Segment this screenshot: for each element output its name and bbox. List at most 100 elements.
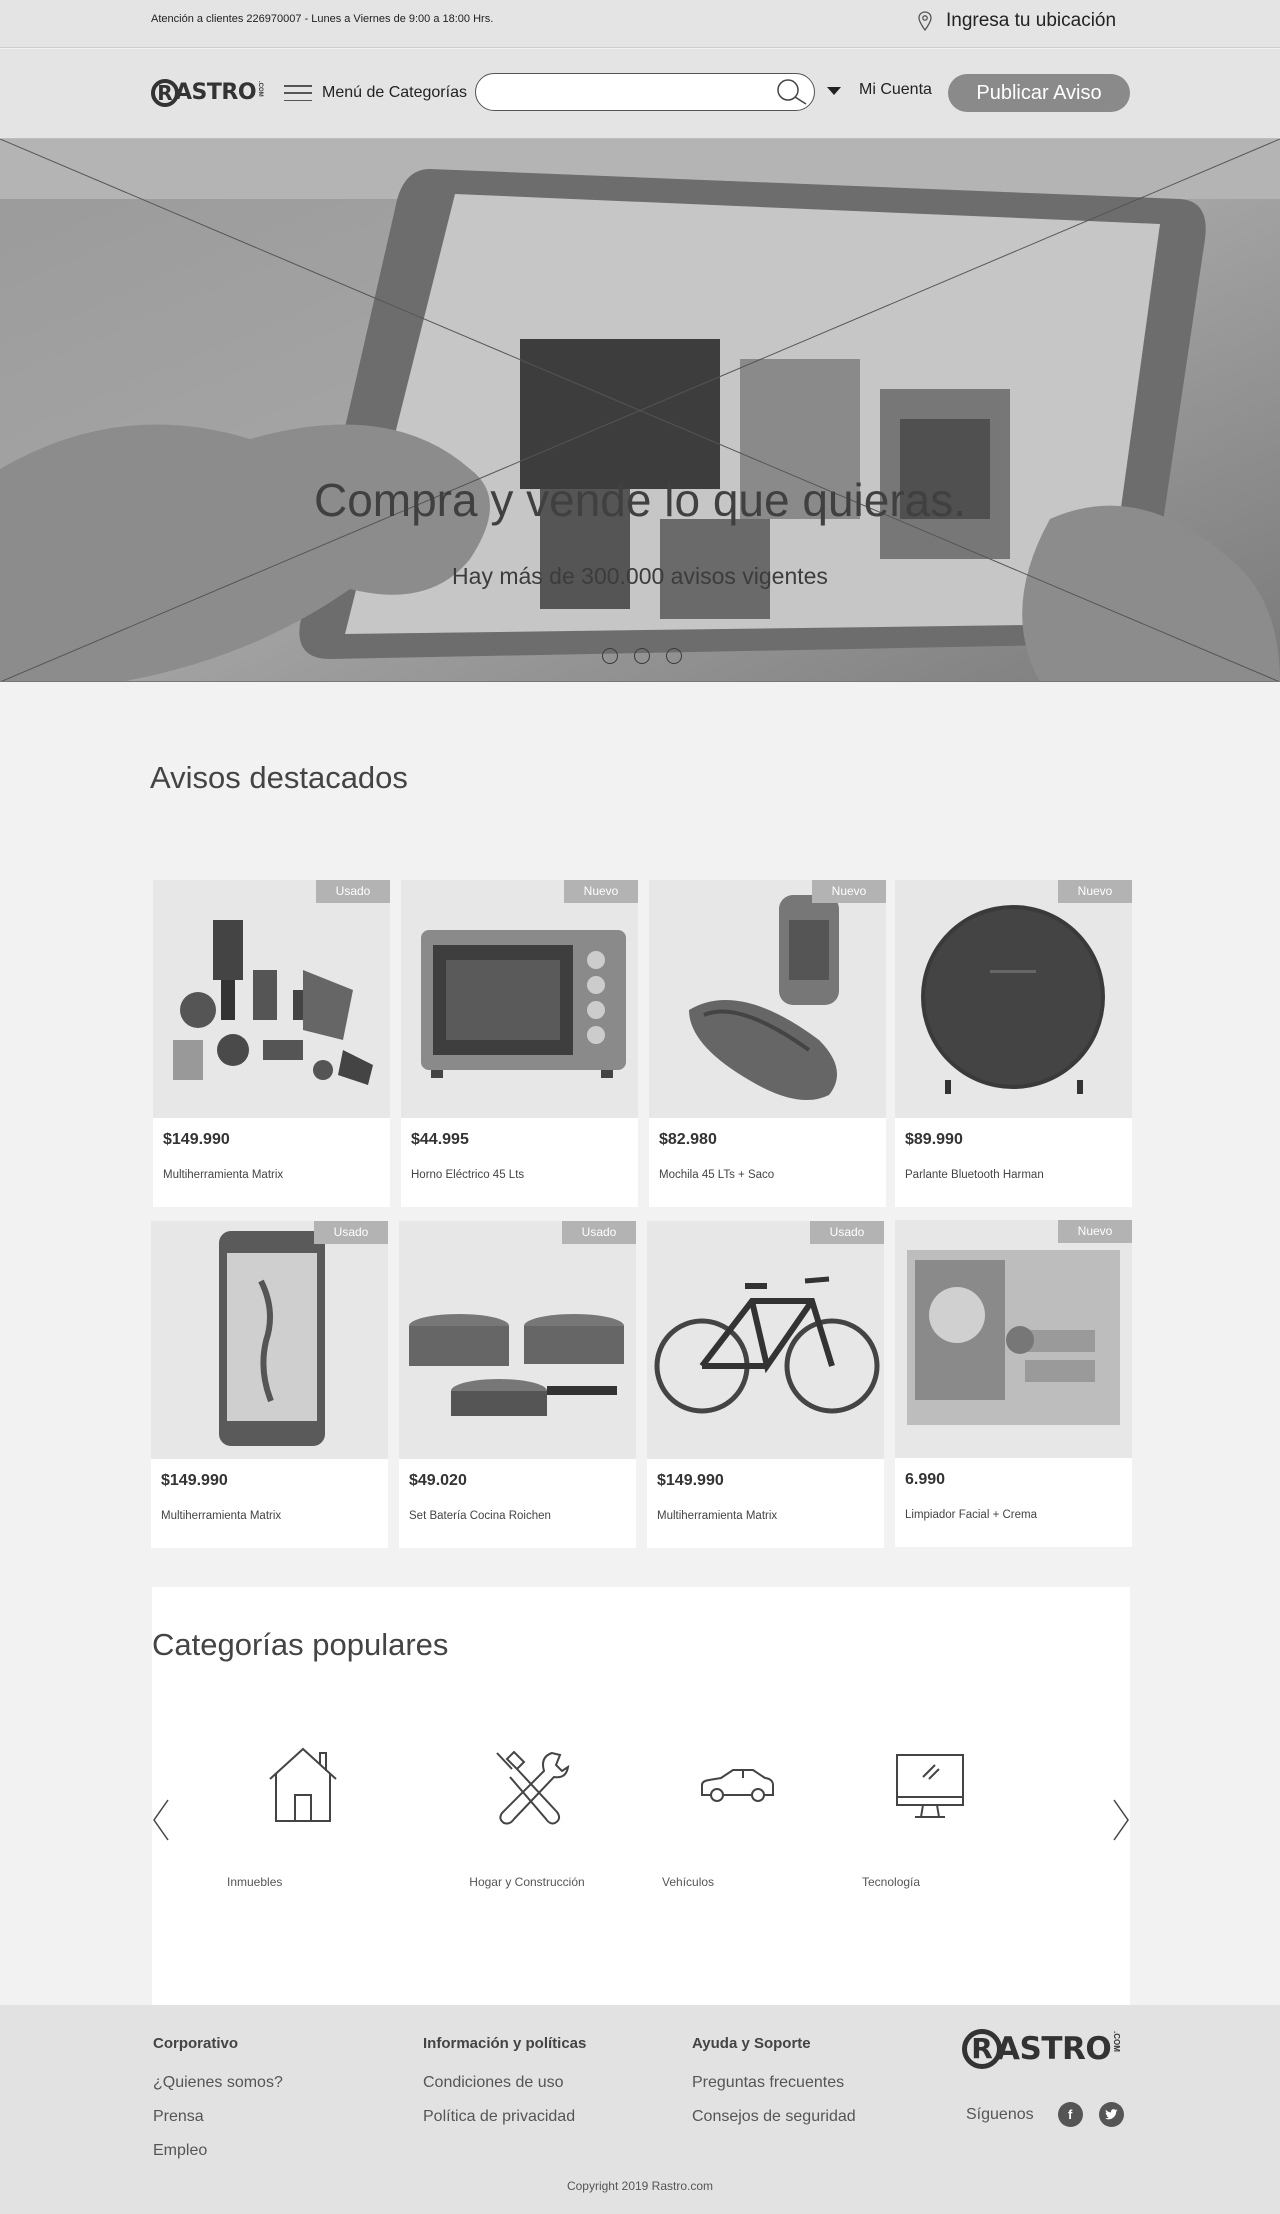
- product-name: Limpiador Facial + Crema: [905, 1509, 1037, 1521]
- cookware-icon: [399, 1221, 636, 1459]
- logo-com: .COM: [1112, 2031, 1122, 2052]
- power-tools-icon: [153, 880, 390, 1118]
- monitor-icon: [896, 1754, 964, 1818]
- condition-badge: Usado: [810, 1221, 884, 1244]
- category-label: Inmuebles: [227, 1875, 283, 1889]
- product-price: $149.990: [161, 1472, 228, 1489]
- hero-banner: Compra y vende lo que quieras. Hay más d…: [0, 139, 1280, 682]
- product-card[interactable]: Nuevo $89.990 Parlante Bluetooth Harman: [895, 880, 1132, 1207]
- product-card[interactable]: Nuevo 6.990 Limpiador Facial + Crema: [895, 1220, 1132, 1547]
- hero-image: [0, 139, 1280, 681]
- product-card[interactable]: Usado $149.990 Multiherramienta Matrix: [153, 880, 390, 1207]
- hero-subtitle: Hay más de 300.000 avisos vigentes: [452, 563, 828, 589]
- footer-col-info: Información y políticas Condiciones de u…: [423, 2035, 586, 2142]
- condition-badge: Nuevo: [564, 880, 638, 903]
- product-price: $149.990: [163, 1131, 230, 1148]
- condition-badge: Usado: [316, 880, 390, 903]
- footer-col-title: Ayuda y Soporte: [692, 2035, 811, 2052]
- category-inmuebles[interactable]: Inmuebles: [227, 1747, 377, 1889]
- product-card[interactable]: Usado $149.990 Multiherramienta Matrix: [647, 1221, 884, 1548]
- product-price: $82.980: [659, 1131, 717, 1148]
- footer-col-corporativo: Corporativo ¿Quienes somos? Prensa Emple…: [153, 2035, 283, 2176]
- copyright: Copyright 2019 Rastro.com: [566, 2179, 714, 2193]
- footer-link[interactable]: Empleo: [153, 2142, 283, 2160]
- product-price: $89.990: [905, 1131, 963, 1148]
- featured-title: Avisos destacados: [150, 760, 408, 795]
- product-name: Multiherramienta Matrix: [161, 1510, 282, 1522]
- tools-icon: [496, 1750, 570, 1825]
- product-card[interactable]: Usado $49.020 Set Batería Cocina Roichen: [399, 1221, 636, 1548]
- footer-link[interactable]: Condiciones de uso: [423, 2074, 586, 2092]
- product-name: Multiherramienta Matrix: [657, 1510, 778, 1522]
- car-icon: [701, 1769, 774, 1802]
- logo-text: ASTRO: [996, 2031, 1112, 2067]
- smartphone-icon: [151, 1221, 388, 1459]
- product-name: Multiherramienta Matrix: [163, 1169, 284, 1181]
- footer-col-title: Corporativo: [153, 2035, 239, 2052]
- product-card[interactable]: Nuevo $82.980 Mochila 45 LTs + Saco: [649, 880, 886, 1207]
- publish-ad-button[interactable]: Publicar Aviso: [948, 74, 1130, 112]
- my-account-link[interactable]: Mi Cuenta: [859, 81, 932, 99]
- main-header: R ASTRO .COM Menú de Categorías Mi Cuent…: [0, 49, 1280, 139]
- condition-badge: Usado: [314, 1221, 388, 1244]
- oven-icon: [401, 880, 638, 1118]
- support-info: Atención a clientes 226970007 - Lunes a …: [151, 13, 494, 25]
- product-price: $44.995: [411, 1131, 469, 1148]
- product-price: $49.020: [409, 1472, 467, 1489]
- logo-com: .COM: [257, 81, 264, 97]
- product-name: Horno Eléctrico 45 Lts: [411, 1169, 525, 1181]
- speaker-icon: [895, 880, 1132, 1118]
- category-hogar[interactable]: Hogar y Construcción: [452, 1747, 602, 1889]
- carousel-dots: [602, 648, 682, 664]
- footer-link[interactable]: Consejos de seguridad: [692, 2108, 856, 2126]
- footer-link[interactable]: Preguntas frecuentes: [692, 2074, 856, 2092]
- product-name: Mochila 45 LTs + Saco: [659, 1169, 775, 1181]
- condition-badge: Nuevo: [1058, 1220, 1132, 1243]
- site-logo[interactable]: R ASTRO .COM: [151, 79, 263, 107]
- hero-title: Compra y vende lo que quieras.: [313, 474, 967, 526]
- popular-categories: Categorías populares Inmuebles Hogar y C…: [152, 1587, 1130, 2005]
- product-card[interactable]: Nuevo $44.995 Horno Eléctrico 45 Lts: [401, 880, 638, 1207]
- search-input[interactable]: [492, 74, 772, 108]
- carousel-dot[interactable]: [602, 648, 618, 664]
- category-tecnologia[interactable]: Tecnología: [862, 1747, 1012, 1889]
- caret-down-icon[interactable]: [827, 87, 841, 95]
- chevron-left-icon[interactable]: [152, 1798, 170, 1847]
- hamburger-icon: [284, 82, 312, 104]
- carousel-dot[interactable]: [634, 648, 650, 664]
- condition-badge: Nuevo: [1058, 880, 1132, 903]
- logo-text: ASTRO: [175, 80, 257, 105]
- location-selector[interactable]: Ingresa tu ubicación: [918, 10, 1116, 32]
- product-name: Set Batería Cocina Roichen: [409, 1510, 551, 1522]
- footer-col-help: Ayuda y Soporte Preguntas frecuentes Con…: [692, 2035, 856, 2142]
- category-label: Vehículos: [662, 1875, 715, 1889]
- twitter-icon[interactable]: [1098, 2102, 1124, 2127]
- top-bar: Atención a clientes 226970007 - Lunes a …: [0, 0, 1280, 48]
- facebook-icon[interactable]: f: [1057, 2102, 1083, 2127]
- condition-badge: Usado: [562, 1221, 636, 1244]
- product-price: $149.990: [657, 1472, 724, 1489]
- categories-menu-label: Menú de Categorías: [322, 84, 467, 101]
- chevron-right-icon[interactable]: [1112, 1798, 1130, 1847]
- product-name: Parlante Bluetooth Harman: [905, 1169, 1044, 1181]
- backpack-icon: [649, 880, 886, 1118]
- footer-link[interactable]: Prensa: [153, 2108, 283, 2126]
- categories-menu-button[interactable]: Menú de Categorías: [284, 82, 467, 104]
- category-vehiculos[interactable]: Vehículos: [662, 1747, 812, 1889]
- search-box: [475, 73, 815, 111]
- follow-label: Síguenos: [966, 2105, 1034, 2123]
- category-label: Hogar y Construcción: [469, 1875, 585, 1889]
- footer-logo[interactable]: R ASTRO .COM: [962, 2029, 1121, 2069]
- product-card[interactable]: Usado $149.990 Multiherramienta Matrix: [151, 1221, 388, 1548]
- category-label: Tecnología: [862, 1875, 921, 1889]
- carousel-dot[interactable]: [666, 648, 682, 664]
- location-label: Ingresa tu ubicación: [946, 10, 1117, 31]
- facial-kit-icon: [895, 1220, 1132, 1458]
- footer-link[interactable]: ¿Quienes somos?: [153, 2074, 283, 2092]
- search-icon[interactable]: [774, 76, 808, 113]
- condition-badge: Nuevo: [812, 880, 886, 903]
- footer-link[interactable]: Política de privacidad: [423, 2108, 586, 2126]
- product-price: 6.990: [905, 1471, 946, 1488]
- footer-col-title: Información y políticas: [423, 2035, 587, 2052]
- categories-title: Categorías populares: [152, 1627, 449, 1662]
